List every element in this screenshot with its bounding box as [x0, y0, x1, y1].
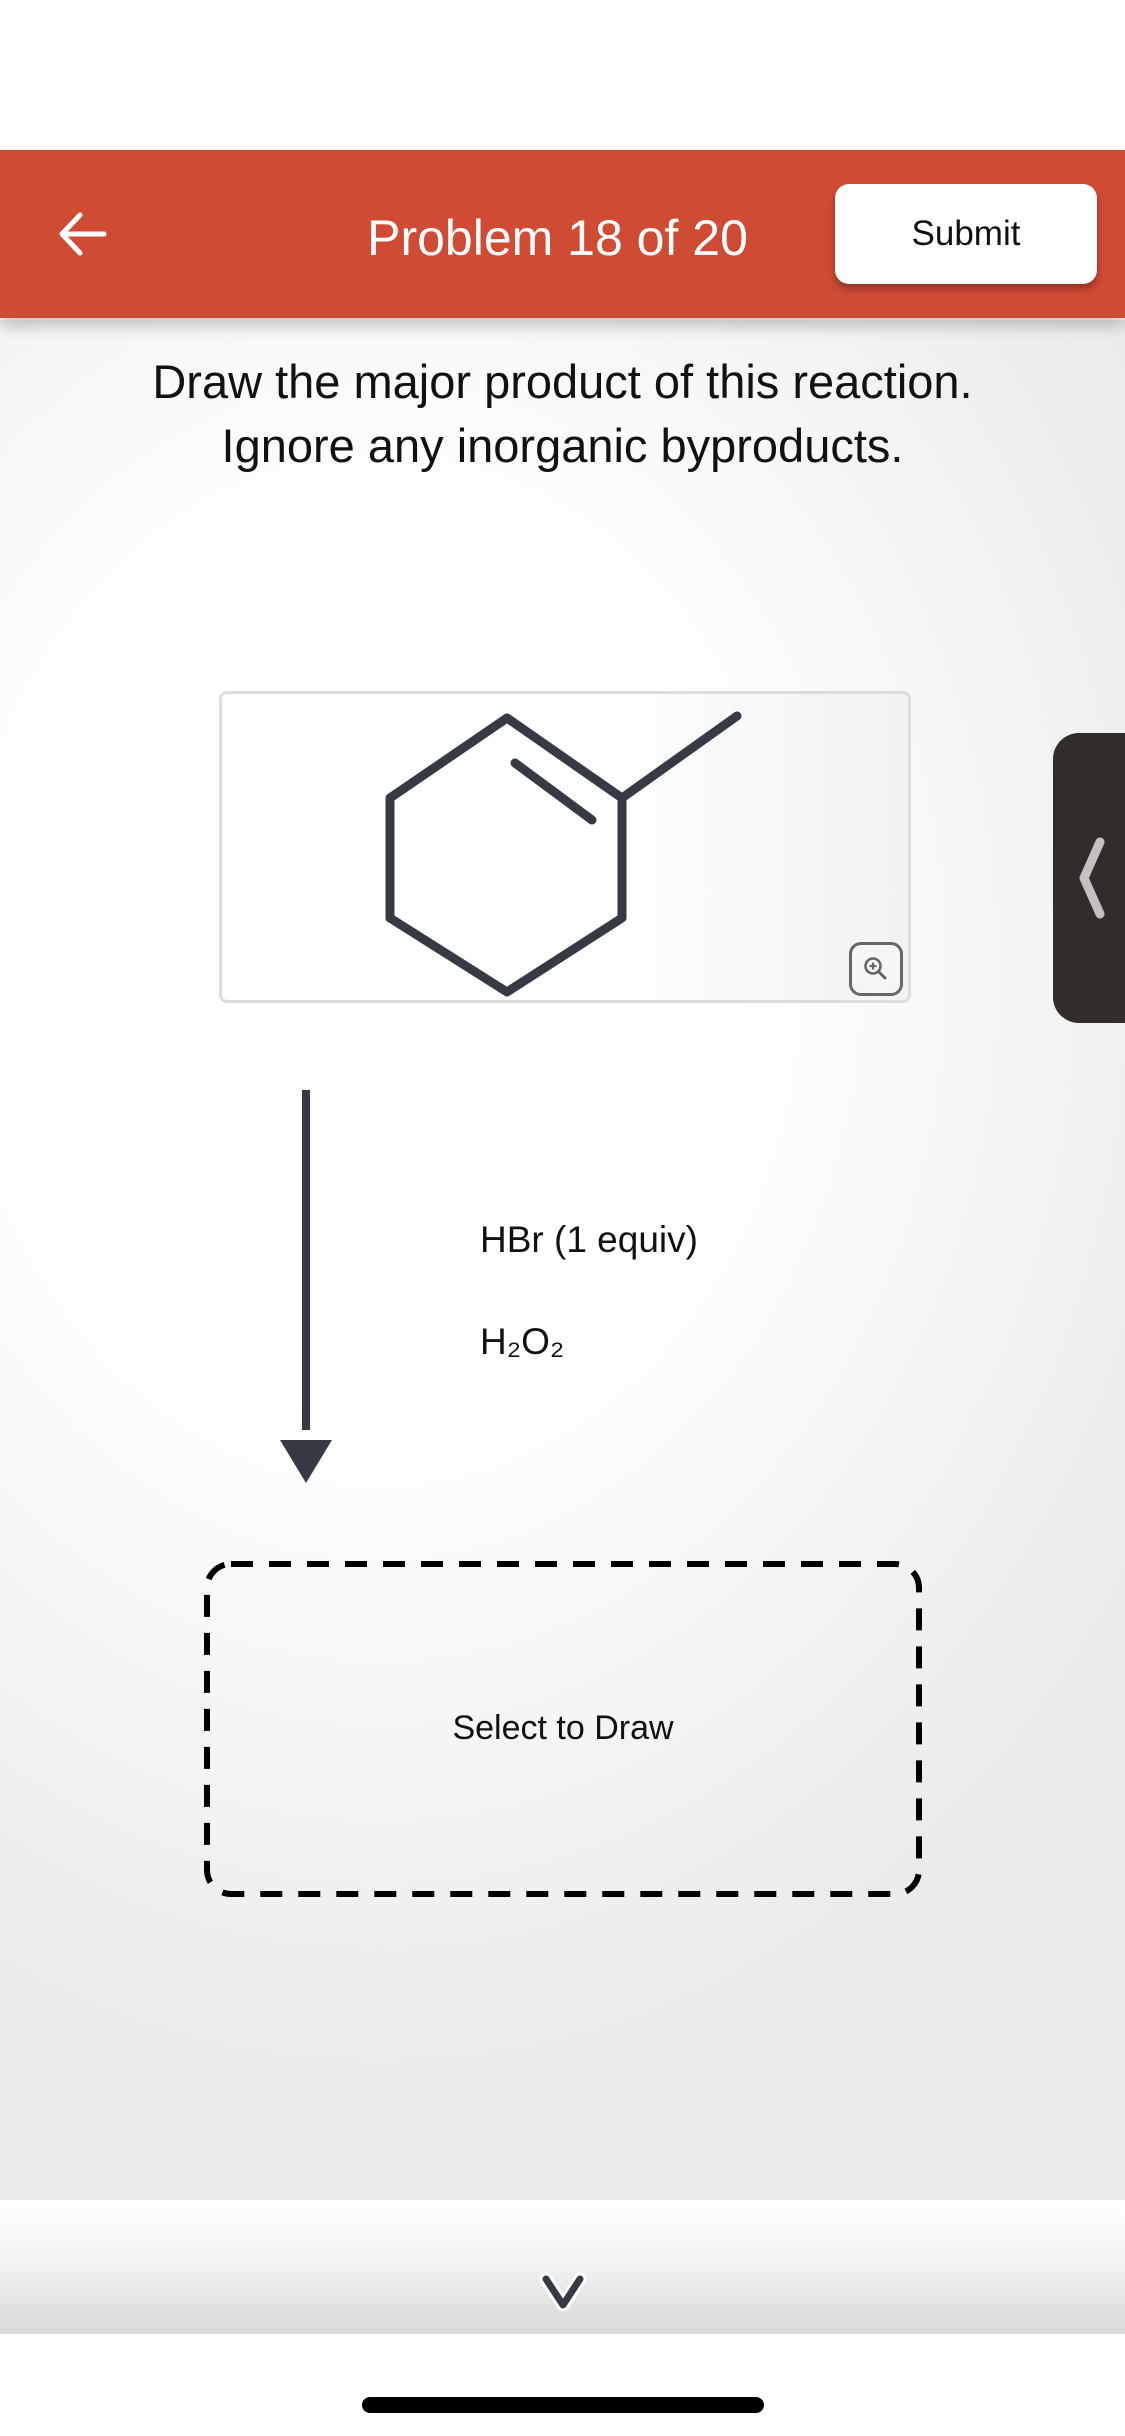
prompt-line-1: Draw the major product of this reaction.: [152, 355, 973, 408]
chevron-left-icon: [1079, 837, 1105, 919]
reaction-arrow: [280, 1090, 332, 1483]
draw-answer-area[interactable]: Select to Draw: [203, 1560, 923, 1898]
header-bar: Problem 18 of 20 Submit: [0, 150, 1125, 318]
home-indicator[interactable]: [362, 2397, 764, 2413]
reagent-hbr: HBr (1 equiv): [480, 1219, 698, 1260]
chevron-down-icon: [539, 2272, 586, 2311]
prompt-line-2: Ignore any inorganic byproducts.: [221, 419, 904, 472]
ring-bonds: [385, 713, 627, 997]
zoom-in-icon: [864, 957, 887, 980]
page-background: [0, 320, 1125, 2260]
methyl-bond: [617, 711, 742, 803]
zoom-structure-button[interactable]: [849, 942, 903, 996]
expand-panel-button[interactable]: [520, 2256, 605, 2326]
submit-button[interactable]: Submit: [835, 184, 1097, 284]
arrow-head: [280, 1440, 332, 1483]
select-to-draw-label: Select to Draw: [452, 1709, 674, 1747]
reactant-structure-box: [219, 691, 911, 1003]
question-prompt: Draw the major product of this reaction.…: [0, 350, 1125, 478]
reactant-molecule-drawing: [385, 711, 742, 997]
side-drawer-toggle[interactable]: [1053, 733, 1125, 1023]
bottom-panel: [0, 2200, 1125, 2334]
arrow-shaft: [302, 1090, 310, 1430]
reagent-h2o2: H₂O₂: [480, 1321, 565, 1362]
